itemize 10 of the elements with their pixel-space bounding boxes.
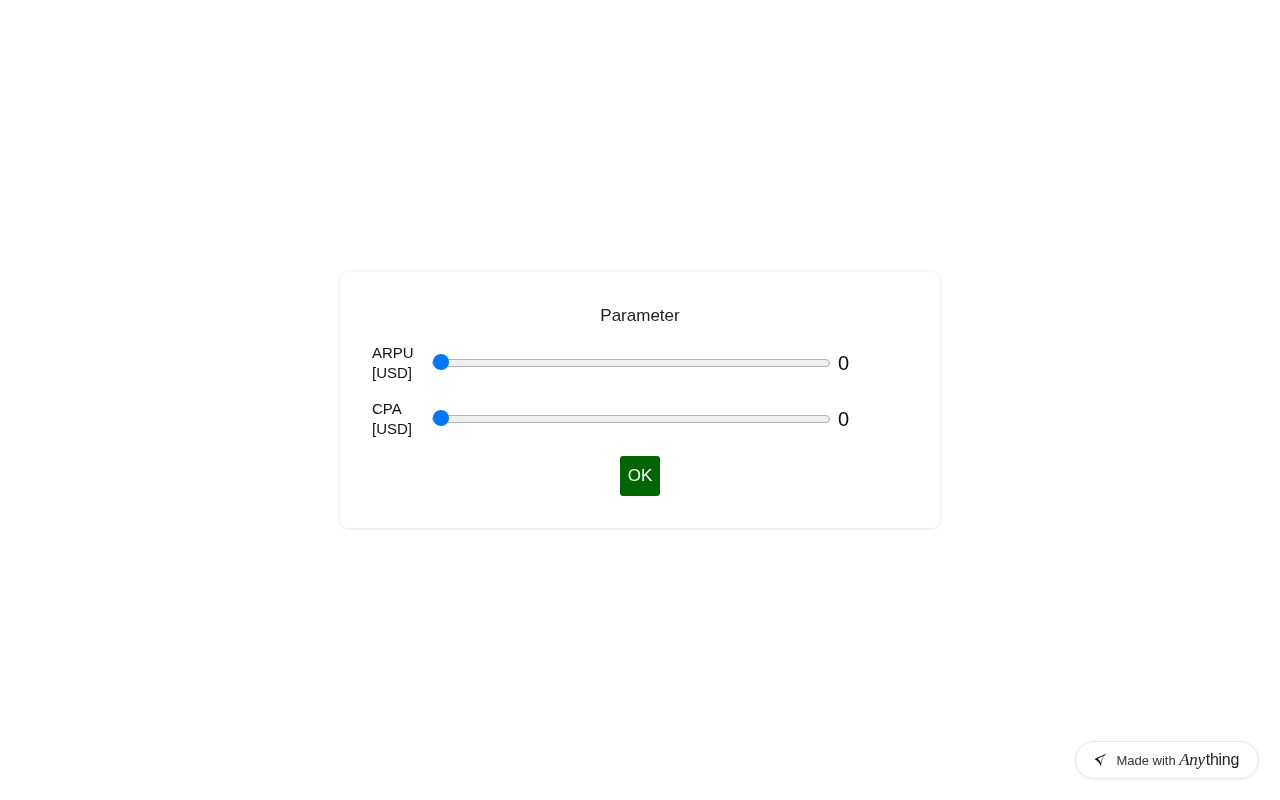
slider-thumb[interactable] — [433, 410, 449, 426]
logo-icon — [1094, 753, 1109, 767]
dialog-title: Parameter — [600, 305, 680, 327]
slider-value: 0 — [838, 351, 850, 375]
made-with-badge[interactable]: Made with Anything — [1075, 741, 1259, 779]
slider-thumb[interactable] — [433, 354, 449, 370]
ok-button[interactable]: OK — [619, 456, 661, 496]
parameter-label: CPA [USD] — [372, 399, 413, 439]
parameter-label: ARPU [USD] — [372, 343, 415, 383]
slider-value: 0 — [838, 407, 850, 431]
